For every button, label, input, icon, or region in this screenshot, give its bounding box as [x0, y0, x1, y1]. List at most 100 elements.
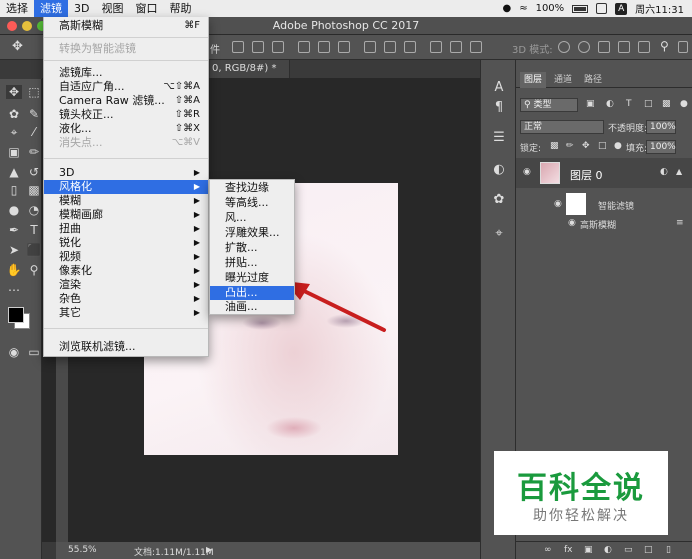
move-tool-icon[interactable]: ✥ [12, 39, 23, 54]
new-group-icon[interactable]: ▭ [624, 545, 633, 555]
menu-item-3d[interactable]: 3D ▶ [44, 166, 208, 180]
display-icon[interactable] [596, 3, 608, 14]
quick-mask-icon[interactable]: ◉ [6, 345, 22, 359]
filter-type-icon[interactable]: T [626, 99, 632, 109]
lock-transparent-icon[interactable]: ▩ [550, 141, 559, 151]
menu-item-other[interactable]: 其它 ▶ [44, 306, 208, 320]
lasso-icon[interactable]: ✿ [6, 107, 22, 121]
3d-orbit-icon[interactable] [558, 41, 570, 53]
new-layer-icon[interactable]: □ [644, 545, 653, 555]
collapse-arrow-icon[interactable]: ▲ [676, 167, 682, 176]
menu-item-sharpen[interactable]: 锐化 ▶ [44, 236, 208, 250]
battery-icon[interactable] [572, 4, 589, 13]
filter-entry-name[interactable]: 高斯模糊 [580, 218, 616, 231]
submenu-item-extrude[interactable]: 凸出... [210, 286, 294, 300]
menu-item-blur-gallery[interactable]: 模糊画廊 ▶ [44, 208, 208, 222]
lock-pixels-icon[interactable]: ✏ [566, 141, 574, 151]
layer-name[interactable]: 图层 0 [570, 167, 603, 183]
eraser-icon[interactable]: ▯ [6, 183, 22, 197]
align-bottom-icon[interactable] [338, 41, 350, 53]
menu-item-noise[interactable]: 杂色 ▶ [44, 292, 208, 306]
submenu-item-diffuse[interactable]: 扩散... [210, 241, 294, 255]
filter-adjustment-icon[interactable]: ◐ [606, 99, 614, 109]
clone-stamp-icon[interactable]: ▲ [6, 165, 22, 179]
path-select-icon[interactable]: ➤ [6, 243, 22, 257]
libraries-icon[interactable]: ☰ [491, 130, 507, 146]
filter-toggle-icon[interactable]: ● [680, 99, 688, 109]
filter-options-icon[interactable]: ≡ [676, 218, 684, 228]
dodge-icon[interactable]: ◔ [26, 203, 42, 217]
menu-view[interactable]: 视图 [95, 0, 129, 17]
add-mask-icon[interactable]: ▣ [584, 545, 593, 555]
menu-item-browse-online[interactable]: 浏览联机滤镜... [44, 340, 208, 354]
visibility-eye-icon[interactable]: ◉ [523, 167, 531, 177]
bell-icon[interactable]: ● [502, 3, 511, 14]
menu-item-gaussian-blur[interactable]: 高斯模糊 ⌘F [44, 19, 208, 33]
menu-item-adaptive-wide-angle[interactable]: 自适应广角... ⌥⇧⌘A [44, 80, 208, 94]
submenu-item-tiles[interactable]: 拼贴... [210, 256, 294, 270]
menu-help[interactable]: 帮助 [163, 0, 197, 17]
menu-item-lens-correction[interactable]: 镜头校正... ⇧⌘R [44, 108, 208, 122]
blend-mode-select[interactable]: 正常 [520, 120, 604, 134]
blur-icon[interactable]: ● [6, 203, 22, 217]
menu-select[interactable]: 选择 [0, 0, 34, 17]
distribute-middle-icon[interactable] [384, 41, 396, 53]
menu-item-filter-gallery[interactable]: 滤镜库... [44, 66, 208, 80]
lock-artboard-icon[interactable]: □ [598, 141, 607, 151]
distribute-right-icon[interactable] [470, 41, 482, 53]
paragraph-icon[interactable]: ¶ [491, 100, 507, 116]
lock-position-icon[interactable]: ✥ [582, 141, 590, 151]
delete-layer-icon[interactable]: ▯ [666, 545, 671, 555]
menu-item-render[interactable]: 渲染 ▶ [44, 278, 208, 292]
menu-item-vanishing-point[interactable]: 消失点... ⌥⌘V [44, 136, 208, 150]
link-layers-icon[interactable]: ∞ [544, 545, 552, 555]
fill-input[interactable]: 100% [646, 140, 676, 154]
submenu-item-contour[interactable]: 等高线... [210, 196, 294, 210]
filter-entry-eye-icon[interactable]: ◉ [568, 218, 576, 228]
crop-icon[interactable]: ⌖ [6, 125, 22, 139]
submenu-item-solarize[interactable]: 曝光过度 [210, 271, 294, 285]
filter-shape-icon[interactable]: □ [644, 99, 653, 109]
tab-layers[interactable]: 图层 [520, 72, 547, 88]
tab-paths[interactable]: 路径 [580, 72, 606, 88]
3d-roll-icon[interactable] [578, 41, 590, 53]
align-middle-icon[interactable] [318, 41, 330, 53]
wifi-icon[interactable]: ≈ [519, 3, 527, 14]
kind-filter-select[interactable]: ⚲ 类型 [520, 98, 578, 112]
filter-entry-row[interactable]: ◉ 高斯模糊 ≡ [516, 216, 692, 232]
zoom-level[interactable]: 55.5% [68, 545, 97, 555]
3d-scale-icon[interactable] [638, 41, 650, 53]
align-right-icon[interactable] [272, 41, 284, 53]
lock-all-icon[interactable]: ● [614, 141, 622, 151]
zoom-icon[interactable]: ⚲ [26, 263, 42, 277]
layer-row-0[interactable]: ◉ 图层 0 ◐ ▲ [516, 158, 692, 188]
menu-item-convert-smart[interactable]: 转换为智能滤镜 [44, 42, 208, 56]
foreground-color-swatch[interactable] [8, 307, 24, 323]
clock[interactable]: 周六11:31 [635, 1, 684, 16]
healing-brush-icon[interactable]: ▣ [6, 145, 22, 159]
layer-style-icon[interactable]: fx [564, 545, 573, 555]
opacity-input[interactable]: 100% [646, 120, 676, 134]
menu-filter[interactable]: 滤镜 [34, 0, 68, 17]
menu-3d[interactable]: 3D [68, 0, 95, 17]
brush-icon[interactable]: ✏ [26, 145, 42, 159]
quick-select-icon[interactable]: ✎ [26, 107, 42, 121]
styles-icon[interactable]: ✿ [491, 192, 507, 208]
input-method-icon[interactable]: A [615, 2, 628, 15]
screen-mode-icon[interactable]: ▭ [26, 345, 42, 359]
smart-filter-eye-icon[interactable]: ◉ [554, 199, 562, 209]
menu-item-stylize[interactable]: 风格化 ▶ [44, 180, 208, 194]
status-menu-arrow-icon[interactable]: ▶ [206, 545, 212, 554]
marquee-icon[interactable]: ⬚ [26, 85, 42, 99]
filter-pixel-icon[interactable]: ▣ [586, 99, 595, 109]
new-adjustment-icon[interactable]: ◐ [604, 545, 612, 555]
gradient-icon[interactable]: ▩ [26, 183, 42, 197]
align-top-icon[interactable] [298, 41, 310, 53]
submenu-item-wind[interactable]: 风... [210, 211, 294, 225]
3d-slide-icon[interactable] [618, 41, 630, 53]
menu-window[interactable]: 窗口 [129, 0, 163, 17]
history-brush-icon[interactable]: ↺ [26, 165, 42, 179]
adjustments-icon[interactable]: ◐ [491, 162, 507, 178]
crop-panel-icon[interactable]: ⌖ [491, 226, 507, 242]
smart-filter-row[interactable]: ◉ 智能滤镜 [516, 190, 692, 218]
